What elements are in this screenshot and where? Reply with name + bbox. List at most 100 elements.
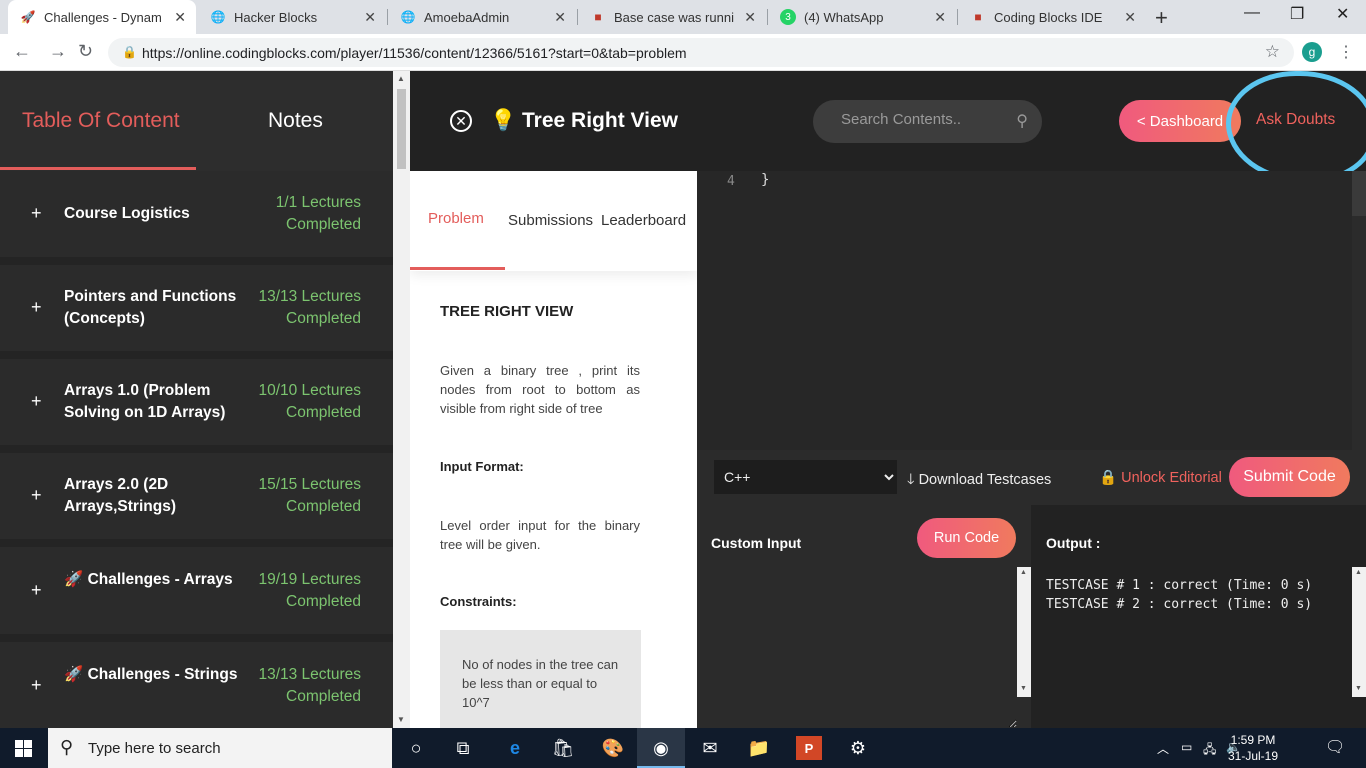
close-tab-icon[interactable]: ✕ (934, 9, 946, 26)
search-input[interactable] (841, 111, 1001, 128)
profile-avatar[interactable]: g (1302, 42, 1322, 62)
active-tab-indicator (0, 167, 196, 170)
browser-tab-challenges[interactable]: 🚀 Challenges - Dynam ✕ (8, 0, 196, 34)
close-window-icon[interactable]: ✕ (1336, 4, 1349, 24)
section-progress: 19/19 Lectures Completed (258, 571, 361, 610)
tab-problem[interactable]: Problem (428, 210, 484, 227)
bookmark-star-icon[interactable]: ☆ (1265, 42, 1280, 62)
scroll-up-icon[interactable]: ▲ (397, 74, 405, 83)
minimize-icon[interactable]: — (1244, 4, 1260, 22)
output-line: TESTCASE # 1 : correct (Time: 0 s) (1046, 578, 1313, 593)
custom-input-field[interactable] (697, 565, 1017, 728)
custom-input-label: Custom Input (711, 535, 802, 551)
battery-icon[interactable]: ▭ (1181, 740, 1192, 754)
new-tab-icon[interactable]: + (1155, 5, 1168, 31)
scroll-down-icon[interactable]: ▼ (1020, 685, 1027, 692)
problem-tabs: Problem Submissions Leaderboard (410, 171, 697, 271)
close-icon[interactable]: ✕ (450, 110, 472, 132)
content-header: ✕ 💡 Tree Right View ⚲ < Dashboard Ask Do… (410, 71, 1366, 183)
expand-icon[interactable]: + (31, 297, 42, 318)
output-scrollbar[interactable]: ▲ ▼ (1352, 567, 1366, 697)
forward-icon[interactable]: → (49, 41, 67, 62)
code-editor[interactable]: 4 } (697, 171, 1352, 450)
restore-icon[interactable]: ❐ (1290, 4, 1304, 24)
section-pointers-functions[interactable]: + Pointers and Functions (Concepts) 13/1… (0, 265, 393, 359)
taskbar-search[interactable]: ⚲ Type here to search (48, 728, 392, 768)
section-challenges-strings[interactable]: + 🚀 Challenges - Strings 13/13 Lectures … (0, 642, 393, 728)
problem-heading: TREE RIGHT VIEW (440, 303, 574, 320)
input-scrollbar[interactable]: ▲ ▼ (1017, 567, 1031, 697)
search-icon[interactable]: ⚲ (1016, 111, 1028, 131)
section-name: Pointers and Functions (Concepts) (64, 288, 237, 327)
expand-icon[interactable]: + (31, 391, 42, 412)
close-tab-icon[interactable]: ✕ (174, 9, 186, 26)
dashboard-button[interactable]: < Dashboard (1119, 100, 1241, 142)
close-tab-icon[interactable]: ✕ (1124, 9, 1136, 26)
expand-icon[interactable]: + (31, 485, 42, 506)
tab-table-of-content[interactable]: Table Of Content (22, 109, 180, 133)
system-clock[interactable]: 1:59 PM 31-Jul-19 (1223, 732, 1283, 764)
task-view-icon[interactable]: ⧉ (450, 736, 476, 760)
submit-code-button[interactable]: Submit Code (1229, 457, 1350, 497)
browser-menu-icon[interactable]: ⋮ (1338, 42, 1354, 62)
back-icon[interactable]: ← (13, 41, 31, 62)
tab-submissions[interactable]: Submissions (508, 212, 593, 229)
chrome-icon[interactable]: ◉ (648, 736, 674, 760)
close-tab-icon[interactable]: ✕ (554, 9, 566, 26)
section-arrays-2[interactable]: + Arrays 2.0 (2D Arrays,Strings) 15/15 L… (0, 453, 393, 547)
expand-icon[interactable]: + (31, 580, 42, 601)
language-select[interactable]: C++ (714, 460, 897, 494)
problem-description: Given a binary tree , print its nodes fr… (440, 363, 640, 416)
editor-toolbar: C++ 🡓 Download Testcases 🔒 Unlock Editor… (697, 450, 1366, 505)
scrollbar-thumb[interactable] (1352, 171, 1366, 216)
paint-icon[interactable]: 🎨 (600, 736, 626, 760)
section-arrays-1[interactable]: + Arrays 1.0 (Problem Solving on 1D Arra… (0, 359, 393, 453)
section-name: 🚀 Challenges - Arrays (64, 571, 233, 588)
expand-icon[interactable]: + (31, 203, 42, 224)
scroll-up-icon[interactable]: ▲ (1355, 569, 1362, 576)
unlock-label: Unlock Editorial (1121, 470, 1222, 486)
scroll-up-icon[interactable]: ▲ (1020, 569, 1027, 576)
close-tab-icon[interactable]: ✕ (364, 9, 376, 26)
store-icon[interactable]: 🛍 (550, 736, 576, 760)
tray-chevron-icon[interactable]: ︿ (1157, 740, 1169, 757)
browser-tab-base-case[interactable]: ■ Base case was running ✕ (578, 0, 766, 34)
sidebar-scrollbar[interactable]: ▲ ▼ (393, 71, 410, 728)
browser-tab-coding-blocks-ide[interactable]: ■ Coding Blocks IDE ✕ (958, 0, 1146, 34)
section-challenges-arrays[interactable]: + 🚀 Challenges - Arrays 19/19 Lectures C… (0, 547, 393, 642)
section-name: 🚀 Challenges - Strings (64, 666, 238, 683)
browser-tab-amoeba-admin[interactable]: 🌐 AmoebaAdmin ✕ (388, 0, 576, 34)
edge-icon[interactable]: e (502, 736, 528, 760)
section-course-logistics[interactable]: + Course Logistics 1/1 Lectures Complete… (0, 171, 393, 265)
unlock-editorial-link[interactable]: 🔒 Unlock Editorial (1099, 469, 1222, 486)
editor-scrollbar[interactable] (1352, 171, 1366, 450)
windows-start-icon[interactable] (15, 740, 32, 757)
close-tab-icon[interactable]: ✕ (744, 9, 756, 26)
download-testcases-link[interactable]: 🡓 Download Testcases (907, 469, 1051, 494)
mail-icon[interactable]: ✉ (697, 736, 723, 760)
network-icon[interactable]: 🖧 (1203, 740, 1216, 761)
globe-icon: 🌐 (210, 10, 226, 24)
tab-notes[interactable]: Notes (268, 109, 323, 133)
browser-tab-whatsapp[interactable]: 3 (4) WhatsApp ✕ (768, 0, 956, 34)
windows-taskbar: ⚲ Type here to search ○ ⧉ e 🛍 🎨 ◉ ✉ 📁 P … (0, 728, 1366, 768)
tab-leaderboard[interactable]: Leaderboard (601, 212, 686, 229)
expand-icon[interactable]: + (31, 675, 42, 696)
reload-icon[interactable]: ↻ (78, 41, 93, 62)
code-line[interactable]: } (761, 172, 769, 188)
file-explorer-icon[interactable]: 📁 (746, 736, 772, 760)
browser-tab-hacker-blocks[interactable]: 🌐 Hacker Blocks ✕ (198, 0, 386, 34)
cortana-icon[interactable]: ○ (403, 736, 429, 760)
settings-gear-icon[interactable]: ⚙ (845, 736, 871, 760)
scrollbar-thumb[interactable] (397, 89, 406, 169)
omnibox[interactable]: 🔒 https://online.codingblocks.com/player… (108, 38, 1294, 67)
sidebar-header: Table Of Content Notes (0, 71, 393, 171)
url-text[interactable]: https://online.codingblocks.com/player/1… (142, 45, 687, 61)
powerpoint-icon[interactable]: P (796, 736, 822, 760)
run-code-button[interactable]: Run Code (917, 518, 1016, 558)
tab-title: Base case was running (614, 9, 734, 25)
scroll-down-icon[interactable]: ▼ (1355, 685, 1362, 692)
scroll-down-icon[interactable]: ▼ (397, 715, 405, 724)
globe-icon: 🌐 (400, 10, 416, 24)
notifications-icon[interactable]: 🗨 (1325, 737, 1345, 757)
